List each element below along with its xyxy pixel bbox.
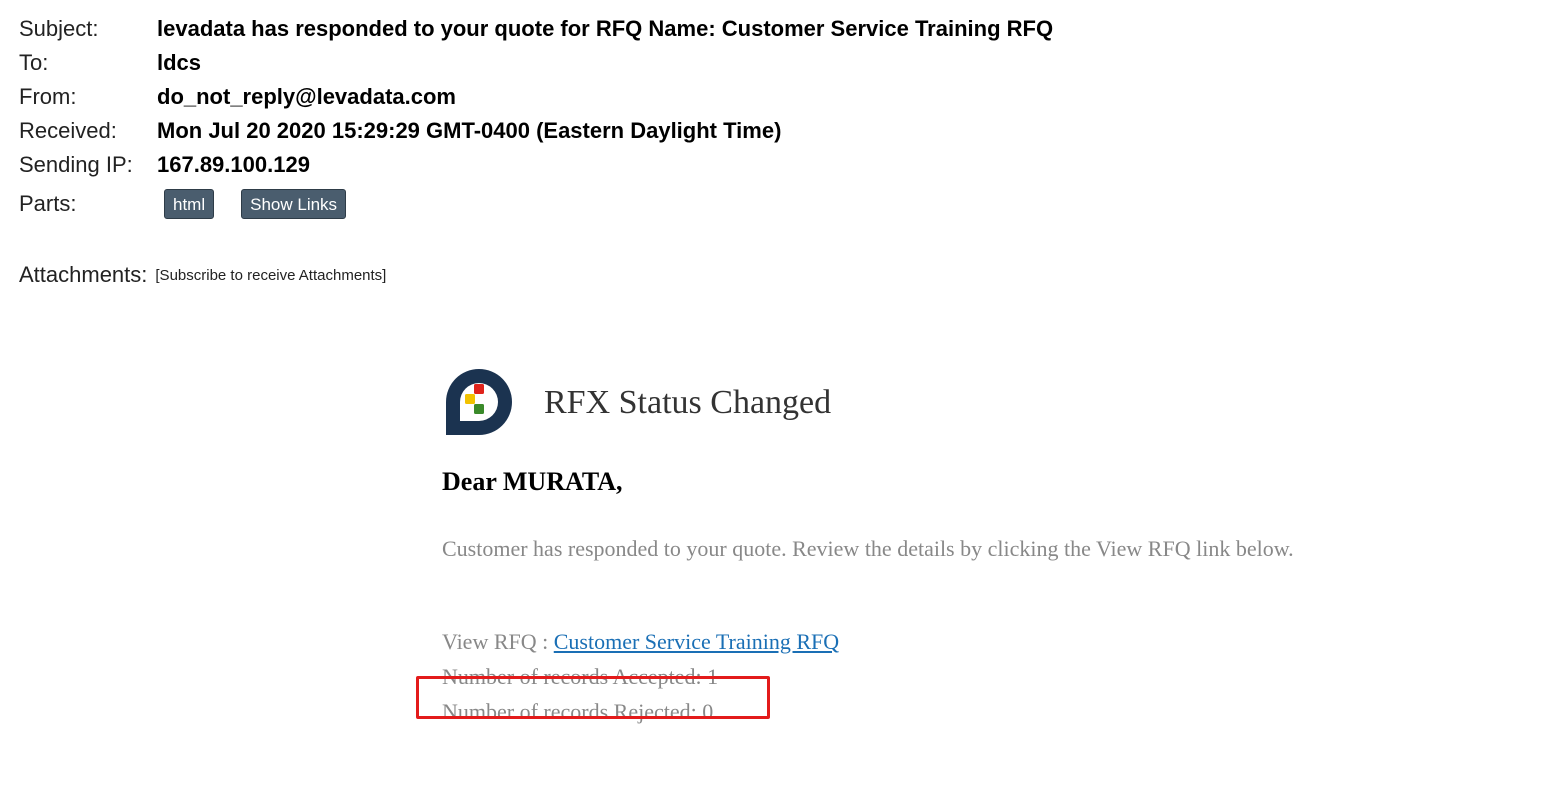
to-value: ldcs bbox=[157, 50, 202, 75]
view-rfq-line: View RFQ : Customer Service Training RFQ bbox=[442, 624, 1342, 659]
email-body: RFX Status Changed Dear MURATA, Customer… bbox=[442, 365, 1342, 729]
received-label: Received: bbox=[19, 118, 117, 143]
message-text: Customer has responded to your quote. Re… bbox=[442, 536, 1294, 561]
sending-ip-value: 167.89.100.129 bbox=[157, 152, 310, 177]
records-rejected: Number of records Rejected: 0 bbox=[442, 699, 714, 724]
from-label: From: bbox=[19, 84, 77, 109]
attachments-row: Attachments: [Subscribe to receive Attac… bbox=[19, 262, 386, 288]
to-row: To: ldcs bbox=[19, 46, 1053, 80]
levadata-logo-icon bbox=[446, 369, 512, 435]
greeting: Dear MURATA, bbox=[442, 467, 623, 496]
subject-value: levadata has responded to your quote for… bbox=[157, 16, 1054, 41]
subject-row: Subject: levadata has responded to your … bbox=[19, 12, 1053, 46]
email-title-row: RFX Status Changed bbox=[442, 365, 1342, 439]
sending-ip-label: Sending IP: bbox=[19, 152, 133, 177]
to-label: To: bbox=[19, 50, 49, 75]
received-value: Mon Jul 20 2020 15:29:29 GMT-0400 (Easte… bbox=[157, 118, 782, 143]
parts-row: Parts: html Show Links bbox=[19, 184, 1053, 224]
parts-label: Parts: bbox=[19, 191, 77, 216]
show-links-button[interactable]: Show Links bbox=[241, 189, 347, 219]
received-row: Received: Mon Jul 20 2020 15:29:29 GMT-0… bbox=[19, 114, 1053, 148]
subject-label: Subject: bbox=[19, 16, 99, 41]
view-rfq-link[interactable]: Customer Service Training RFQ bbox=[554, 629, 839, 654]
view-rfq-label: View RFQ : bbox=[442, 629, 554, 654]
rfq-info: View RFQ : Customer Service Training RFQ… bbox=[442, 624, 1342, 729]
sending-ip-row: Sending IP: 167.89.100.129 bbox=[19, 148, 1053, 182]
records-accepted: Number of records Accepted: 1 bbox=[442, 664, 719, 689]
attachments-value: [Subscribe to receive Attachments] bbox=[155, 266, 387, 284]
from-value: do_not_reply@levadata.com bbox=[157, 84, 456, 109]
attachments-label: Attachments: bbox=[19, 262, 148, 287]
html-button[interactable]: html bbox=[164, 189, 215, 219]
from-row: From: do_not_reply@levadata.com bbox=[19, 80, 1053, 114]
email-header: Subject: levadata has responded to your … bbox=[19, 12, 1053, 224]
email-title: RFX Status Changed bbox=[544, 384, 832, 421]
